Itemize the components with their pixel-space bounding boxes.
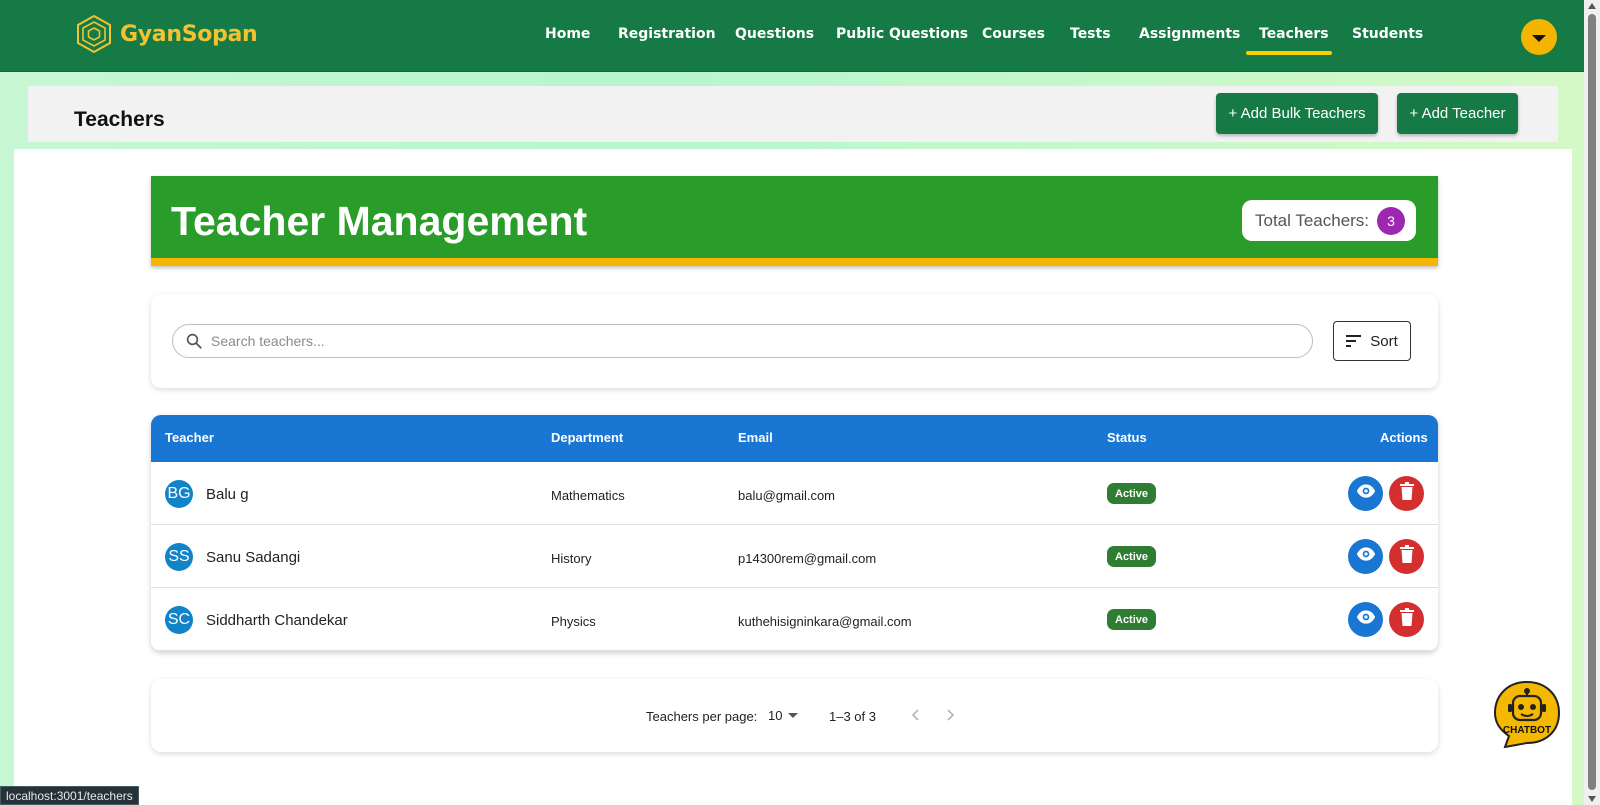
search-box[interactable] <box>172 324 1313 358</box>
status-badge: Active <box>1107 609 1157 630</box>
total-teachers-label: Total Teachers: <box>1255 210 1370 230</box>
teacher-email: balu@gmail.com <box>738 488 836 503</box>
nav-item-assignments[interactable]: Assignments <box>1139 26 1240 42</box>
rows-per-page-value: 10 <box>768 708 783 723</box>
total-teachers-count: 3 <box>1377 206 1406 235</box>
page-title: Teachers <box>74 108 165 131</box>
chatbot-robot-icon <box>1493 680 1561 748</box>
teacher-name: Balu g <box>206 486 249 503</box>
teacher-management-banner: Teacher Management Total Teachers: 3 <box>151 176 1438 266</box>
teacher-email: kuthehisigninkara@gmail.com <box>738 614 912 629</box>
trash-icon <box>1399 545 1415 568</box>
eye-icon <box>1356 544 1376 569</box>
nav-item-registration[interactable]: Registration <box>618 26 716 42</box>
status-badge: Active <box>1107 546 1157 567</box>
chevron-left-icon[interactable] <box>908 707 924 723</box>
pagination-range: 1–3 of 3 <box>829 709 876 724</box>
search-card: Sort <box>151 294 1438 388</box>
teacher-department: History <box>551 551 592 566</box>
nav-item-students[interactable]: Students <box>1352 26 1423 42</box>
teacher-name: Sanu Sadangi <box>206 549 301 566</box>
chatbot-label: CHATBOT <box>1503 725 1551 736</box>
profile-menu-button[interactable] <box>1521 19 1557 55</box>
delete-teacher-button[interactable] <box>1389 476 1424 511</box>
page-header: Teachers + Add Bulk Teachers + Add Teach… <box>28 86 1558 142</box>
column-header-email[interactable]: Email <box>738 430 773 445</box>
view-teacher-button[interactable] <box>1348 476 1383 511</box>
logo-text: GyanSopan <box>120 21 258 47</box>
column-header-status[interactable]: Status <box>1107 430 1147 445</box>
add-bulk-teachers-button[interactable]: + Add Bulk Teachers <box>1216 93 1378 134</box>
view-teacher-button[interactable] <box>1348 539 1383 574</box>
teacher-name: Siddharth Chandekar <box>206 612 348 629</box>
eye-icon <box>1356 607 1376 632</box>
logo-hexagon-icon <box>77 14 111 54</box>
chevron-down-icon <box>1532 35 1546 42</box>
top-navbar: GyanSopan Home Registration Questions Publi… <box>0 0 1584 72</box>
table-row: BG Balu g Mathematics balu@gmail.com Active <box>151 462 1438 525</box>
total-teachers-pill: Total Teachers: 3 <box>1242 200 1416 241</box>
pagination-bar: Teachers per page: 10 1–3 of 3 <box>151 679 1438 752</box>
nav-active-indicator <box>1246 51 1332 55</box>
browser-status-url: localhost:3001/teachers <box>0 786 139 805</box>
logo[interactable]: GyanSopan <box>74 14 258 54</box>
sort-button[interactable]: Sort <box>1333 321 1411 361</box>
chatbot-button[interactable]: CHATBOT <box>1493 680 1561 748</box>
sort-icon <box>1346 335 1362 347</box>
status-badge: Active <box>1107 483 1157 504</box>
scroll-down-arrow[interactable] <box>1588 796 1596 802</box>
trash-icon <box>1399 608 1415 631</box>
column-header-department[interactable]: Department <box>551 430 623 445</box>
avatar: SC <box>165 606 193 634</box>
trash-icon <box>1399 482 1415 505</box>
teacher-department: Mathematics <box>551 488 625 503</box>
scroll-thumb[interactable] <box>1588 14 1596 790</box>
nav-item-home[interactable]: Home <box>545 26 590 42</box>
scroll-up-arrow[interactable] <box>1588 3 1596 9</box>
teachers-table: Teacher Department Email Status Actions … <box>151 415 1438 651</box>
rows-per-page-label: Teachers per page: <box>646 709 758 724</box>
teacher-email: p14300rem@gmail.com <box>738 551 877 566</box>
nav-item-questions[interactable]: Questions <box>735 26 814 42</box>
nav-item-courses[interactable]: Courses <box>982 26 1045 42</box>
chevron-right-icon[interactable] <box>942 707 958 723</box>
teacher-department: Physics <box>551 614 596 629</box>
nav-item-tests[interactable]: Tests <box>1070 26 1111 42</box>
table-row: SS Sanu Sadangi History p14300rem@gmail.com… <box>151 525 1438 588</box>
sort-label: Sort <box>1370 332 1398 350</box>
table-row: SC Siddharth Chandekar Physics kuthehisigni… <box>151 588 1438 651</box>
column-header-actions: Actions <box>1380 430 1428 445</box>
avatar: BG <box>165 480 193 508</box>
delete-teacher-button[interactable] <box>1389 602 1424 637</box>
banner-title: Teacher Management <box>171 198 588 244</box>
nav-item-public-questions[interactable]: Public Questions <box>836 26 968 42</box>
nav-item-teachers[interactable]: Teachers <box>1259 26 1329 42</box>
table-header: Teacher Department Email Status Actions <box>151 415 1438 462</box>
delete-teacher-button[interactable] <box>1389 539 1424 574</box>
column-header-teacher[interactable]: Teacher <box>165 430 214 445</box>
search-icon <box>186 333 202 349</box>
page-scrollbar[interactable] <box>1584 0 1600 805</box>
search-input[interactable] <box>211 333 1291 349</box>
view-teacher-button[interactable] <box>1348 602 1383 637</box>
eye-icon <box>1356 481 1376 506</box>
chevron-down-icon <box>788 713 799 718</box>
rows-per-page-select[interactable]: 10 <box>768 708 799 723</box>
avatar: SS <box>165 543 193 571</box>
add-teacher-button[interactable]: + Add Teacher <box>1397 93 1518 134</box>
